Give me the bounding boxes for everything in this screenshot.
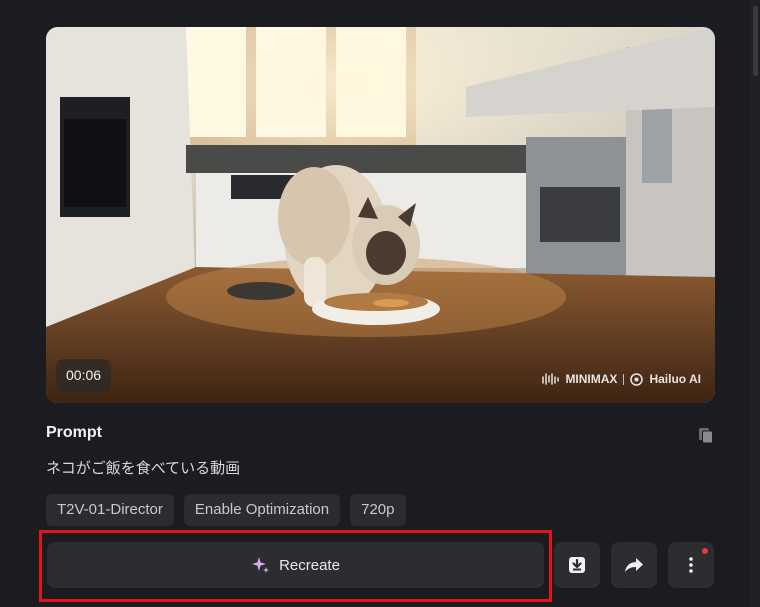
- video-player[interactable]: 00:06 MINIMAX Hailuo AI: [46, 27, 715, 403]
- more-options-button[interactable]: [668, 542, 714, 588]
- prompt-heading: Prompt: [46, 424, 102, 441]
- watermark: MINIMAX Hailuo AI: [541, 372, 701, 386]
- recreate-button[interactable]: Recreate: [47, 542, 544, 588]
- watermark-divider: [623, 373, 625, 385]
- prompt-text: ネコがご飯を食べている動画: [46, 460, 241, 477]
- share-icon: [625, 558, 643, 572]
- scrollbar-track[interactable]: [749, 0, 760, 607]
- settings-tags: T2V-01-Director Enable Optimization 720p: [46, 494, 406, 526]
- tag-model: T2V-01-Director: [46, 494, 174, 526]
- notification-dot: [702, 548, 708, 554]
- scrollbar-thumb[interactable]: [753, 6, 758, 76]
- copy-icon[interactable]: [697, 426, 715, 444]
- tag-optimization: Enable Optimization: [183, 494, 341, 526]
- sparkle-icon: [252, 557, 270, 573]
- watermark-brand-hailuo: Hailuo AI: [649, 372, 701, 386]
- hailuo-logo-icon: [630, 372, 644, 386]
- video-duration-badge: 00:06: [56, 359, 112, 392]
- minimax-logo-icon: [542, 373, 560, 385]
- share-button[interactable]: [611, 542, 657, 588]
- video-frame: [46, 27, 715, 403]
- download-button[interactable]: [554, 542, 600, 588]
- recreate-label: Recreate: [279, 556, 340, 574]
- watermark-brand-minimax: MINIMAX: [565, 372, 618, 386]
- tag-resolution: 720p: [350, 494, 406, 526]
- more-vertical-icon: [689, 557, 693, 573]
- download-icon: [569, 557, 585, 573]
